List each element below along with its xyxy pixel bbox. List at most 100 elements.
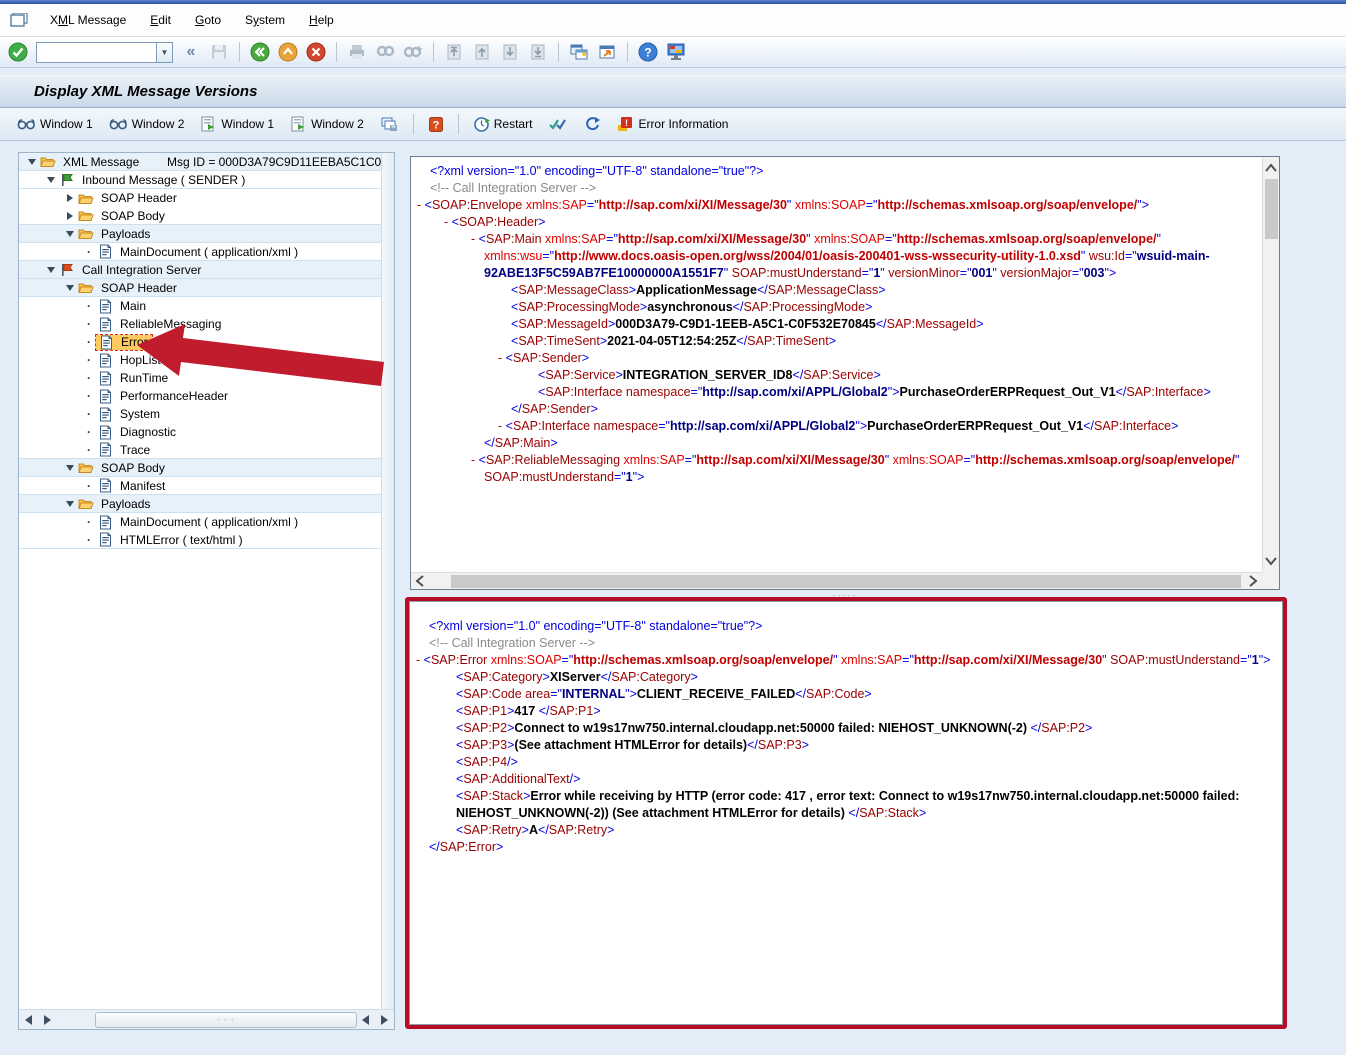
restart-button[interactable]: Restart <box>466 113 540 136</box>
scroll-left-icon[interactable] <box>411 574 429 588</box>
tree-node-label: Main <box>117 299 149 313</box>
expand-icon[interactable] <box>63 194 77 202</box>
tree-node-trace[interactable]: ·Trace <box>19 441 381 459</box>
collapse-icon[interactable] <box>63 285 77 291</box>
top-pane-hscroll-thumb[interactable] <box>451 575 1241 588</box>
help-icon[interactable]: ? <box>636 40 660 64</box>
appbar-separator <box>413 114 414 134</box>
xml-line: <SAP:Service>INTEGRATION_SERVER_ID8</SAP… <box>417 367 1262 384</box>
refresh-button[interactable] <box>577 113 608 135</box>
tree-node-htmlerror-text-html[interactable]: ·HTMLError ( text/html ) <box>19 531 381 549</box>
top-pane-vertical-scrollbar[interactable] <box>1262 157 1279 572</box>
tree-node-diagnostic[interactable]: ·Diagnostic <box>19 423 381 441</box>
cancel-icon[interactable] <box>304 40 328 64</box>
xml-collapse-toggle[interactable]: - <box>416 653 424 667</box>
scroll-down-icon[interactable] <box>1263 552 1279 570</box>
message-tree-panel[interactable]: XML MessageMsg ID = 000D3A79C9D11EEBA5C1… <box>18 152 395 1030</box>
tree-node-payloads[interactable]: Payloads <box>19 495 381 513</box>
tree-node-maindocument-application-xml[interactable]: ·MainDocument ( application/xml ) <box>19 513 381 531</box>
scroll-up-icon[interactable] <box>1263 159 1279 177</box>
top-pane-vscroll-thumb[interactable] <box>1265 179 1278 239</box>
shortcut-icon[interactable] <box>595 40 619 64</box>
collapse-icon[interactable] <box>63 465 77 471</box>
exit-icon[interactable] <box>276 40 300 64</box>
tree-node-soap-header[interactable]: SOAP Header <box>19 189 381 207</box>
display-window-2-button[interactable]: Window 2 <box>102 114 192 134</box>
collapse-icon[interactable] <box>63 501 77 507</box>
save-icon[interactable] <box>207 40 231 64</box>
tree-node-soap-body[interactable]: SOAP Body <box>19 207 381 225</box>
print-icon[interactable] <box>345 40 369 64</box>
collapse-icon[interactable] <box>44 177 58 183</box>
menu-item-system[interactable]: System <box>233 9 297 31</box>
tree-node-inbound-message-sender[interactable]: Inbound Message ( SENDER ) <box>19 171 381 189</box>
tree-node-performanceheader[interactable]: ·PerformanceHeader <box>19 387 381 405</box>
find-icon[interactable] <box>373 40 397 64</box>
xml-collapse-toggle[interactable]: - <box>444 215 452 229</box>
tree-node-maindocument-application-xml[interactable]: ·MainDocument ( application/xml ) <box>19 243 381 261</box>
menu-item-xml-message[interactable]: XML Message <box>38 9 138 31</box>
expand-icon[interactable] <box>63 212 77 220</box>
tree-node-soap-body[interactable]: SOAP Body <box>19 459 381 477</box>
export-window-1-button[interactable]: Window 1 <box>193 113 281 135</box>
tree-vertical-scrollbar[interactable] <box>381 153 394 1009</box>
xml-collapse-toggle[interactable]: - <box>471 232 479 246</box>
xml-collapse-toggle[interactable]: - <box>417 198 425 212</box>
export-window-2-button[interactable]: Window 2 <box>283 113 371 135</box>
find-next-icon[interactable] <box>401 40 425 64</box>
scroll-left-icon[interactable] <box>19 1011 38 1029</box>
menu-item-help[interactable]: Help <box>297 9 346 31</box>
tree-node-hoplist[interactable]: ·HopList <box>19 351 381 369</box>
tree-scroll-track[interactable]: ⁘⁘⁘ <box>57 1011 356 1029</box>
layout-icon[interactable] <box>664 40 688 64</box>
scroll-left-icon[interactable] <box>356 1011 375 1029</box>
tree-node-runtime[interactable]: ·RunTime <box>19 369 381 387</box>
back-icon[interactable] <box>248 40 272 64</box>
collapse-icon[interactable] <box>25 159 39 165</box>
control-menu-icon[interactable] <box>10 13 28 28</box>
first-page-icon[interactable] <box>442 40 466 64</box>
collapse-toolbar-icon[interactable]: « <box>179 40 203 64</box>
enter-icon[interactable] <box>6 40 30 64</box>
error-information-button[interactable]: !Error Information <box>610 113 735 135</box>
scroll-right-icon[interactable] <box>38 1011 57 1029</box>
tree-horizontal-scrollbar[interactable]: ⁘⁘⁘ <box>19 1009 394 1029</box>
doc-icon <box>96 478 114 493</box>
documentation-button[interactable]: ? <box>421 113 451 136</box>
top-pane-horizontal-scrollbar[interactable] <box>411 572 1262 589</box>
collapse-icon[interactable] <box>44 267 58 273</box>
scroll-right-icon[interactable] <box>1244 574 1262 588</box>
tree-node-label: SOAP Header <box>98 191 180 205</box>
top-pane-hscroll-track[interactable] <box>429 573 1244 590</box>
xml-version-pane-bottom[interactable]: <?xml version="1.0" encoding="UTF-8" sta… <box>409 601 1283 1025</box>
xml-line: </SAP:Main> <box>417 435 1262 452</box>
tree-node-xml-message[interactable]: XML MessageMsg ID = 000D3A79C9D11EEBA5C1… <box>19 153 381 171</box>
scroll-right-icon[interactable] <box>375 1011 394 1029</box>
checkmarks-button[interactable] <box>541 114 575 135</box>
tree-node-soap-header[interactable]: SOAP Header <box>19 279 381 297</box>
display-window-1-button[interactable]: Window 1 <box>10 114 100 134</box>
collapse-icon[interactable] <box>63 231 77 237</box>
xml-collapse-toggle[interactable]: - <box>498 419 506 433</box>
previous-page-icon[interactable] <box>470 40 494 64</box>
tree-node-call-integration-server[interactable]: Call Integration Server <box>19 261 381 279</box>
tree-node-main[interactable]: ·Main <box>19 297 381 315</box>
command-field[interactable] <box>36 42 156 63</box>
next-page-icon[interactable] <box>498 40 522 64</box>
new-session-icon[interactable] <box>567 40 591 64</box>
tree-node-error[interactable]: ·Error <box>19 333 381 351</box>
last-page-icon[interactable] <box>526 40 550 64</box>
xml-version-pane-top[interactable]: <?xml version="1.0" encoding="UTF-8" sta… <box>410 156 1280 590</box>
tree-node-reliablemessaging[interactable]: ·ReliableMessaging <box>19 315 381 333</box>
tree-node-label: Call Integration Server <box>79 263 204 277</box>
menu-item-goto[interactable]: Goto <box>183 9 233 31</box>
tree-node-manifest[interactable]: ·Manifest <box>19 477 381 495</box>
command-dropdown-icon[interactable]: ▼ <box>156 42 173 63</box>
xml-collapse-toggle[interactable]: - <box>498 351 506 365</box>
save-versions-button[interactable] <box>373 113 406 135</box>
tree-node-system[interactable]: ·System <box>19 405 381 423</box>
xml-collapse-toggle[interactable]: - <box>471 453 479 467</box>
tree-node-payloads[interactable]: Payloads <box>19 225 381 243</box>
tree-scroll-thumb[interactable]: ⁘⁘⁘ <box>95 1012 357 1028</box>
menu-item-edit[interactable]: Edit <box>138 9 183 31</box>
